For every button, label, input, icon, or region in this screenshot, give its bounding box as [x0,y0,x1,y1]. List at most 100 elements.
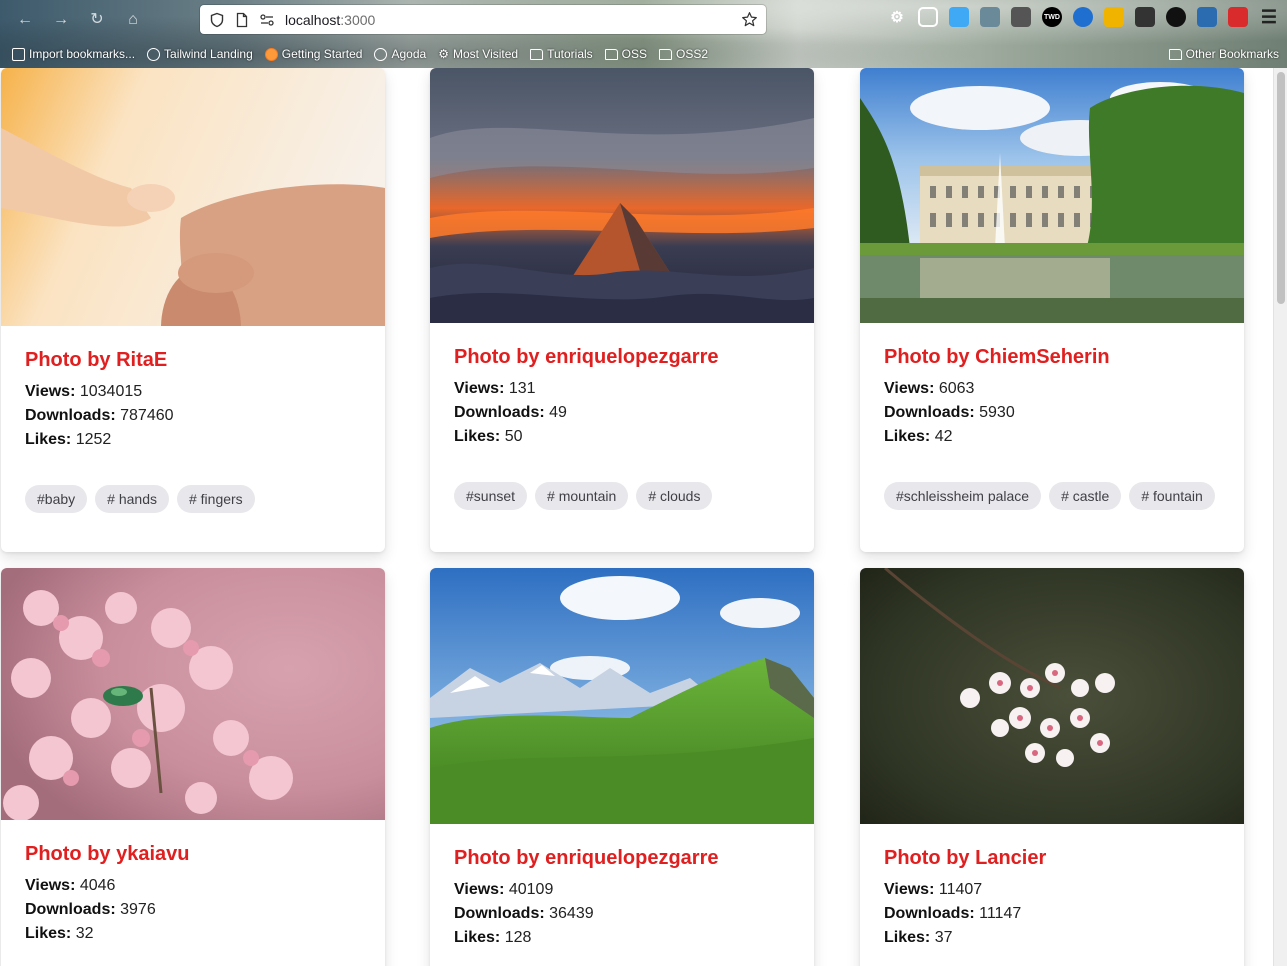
bookmark-label: Import bookmarks... [29,47,136,61]
downloads-stat: Downloads: 5930 [884,401,1220,425]
bookmark-folder-tutorials[interactable]: Tutorials [530,47,593,61]
downloads-label: Downloads: [454,905,545,922]
extensions-toolbar: ⚙ TWD ☰ [887,7,1279,27]
likes-value: 50 [504,428,523,445]
downloads-value: 36439 [549,905,594,922]
home-icon[interactable]: ⌂ [122,9,144,31]
views-value: 4046 [79,877,116,894]
likes-value: 32 [75,925,94,942]
page-scrollbar[interactable] [1273,68,1287,966]
tag[interactable]: # fountain [1129,482,1215,510]
folder-icon [604,48,618,60]
likes-stat: Likes: 50 [454,425,790,449]
likes-label: Likes: [454,428,501,445]
likes-label: Likes: [884,428,931,445]
likes-stat: Likes: 37 [884,926,1220,950]
url-text[interactable]: localhost:3000 [285,12,375,28]
views-value: 6063 [938,380,975,397]
bookmark-label: Getting Started [281,47,363,61]
likes-value: 37 [934,929,953,946]
tag-list: #sunset # mountain # clouds [454,482,790,526]
menu-icon[interactable]: ☰ [1259,7,1279,27]
card-title: Photo by ykaiavu [25,843,190,865]
card-title: Photo by enriquelopezgarre [454,346,719,368]
tag[interactable]: # fingers [176,485,255,513]
page-icon[interactable] [234,12,250,28]
likes-stat: Likes: 128 [454,926,790,950]
views-stat: Views: 1034015 [25,380,361,404]
extension-twd-icon[interactable]: TWD [1042,7,1062,27]
downloads-value: 787460 [120,407,174,424]
photo-card: Photo by RitaE Views: 1034015 Downloads:… [1,68,385,552]
likes-value: 128 [504,929,532,946]
tag[interactable]: # clouds [636,482,713,510]
likes-label: Likes: [25,925,72,942]
extension-globe-icon[interactable] [1073,7,1093,27]
bookmark-tailwind-landing[interactable]: Tailwind Landing [147,47,253,61]
bookmarks-bar: Import bookmarks... Tailwind Landing Get… [0,42,1287,66]
extension-ublock-icon[interactable] [1011,7,1031,27]
bookmark-star-icon[interactable] [741,11,758,28]
shield-icon[interactable] [209,12,225,28]
extension-generic-icon[interactable] [980,7,1000,27]
tag-list: #baby # hands # fingers [25,485,361,529]
bookmark-most-visited[interactable]: ⚙ Most Visited [438,47,518,61]
alpine-meadow-photo [430,568,814,824]
scrollbar-thumb[interactable] [1277,72,1285,304]
url-port: :3000 [340,11,376,28]
views-stat: Views: 4046 [25,874,361,898]
likes-stat: Likes: 1252 [25,428,361,452]
tag[interactable]: #sunset [454,482,528,510]
downloads-value: 49 [549,404,567,421]
browser-toolbar: ← → ↻ ⌂ localhost:3000 ⚙ TWD ☰ Import bo… [0,0,1287,68]
downloads-label: Downloads: [25,901,116,918]
tag[interactable]: # mountain [535,482,629,510]
photo-card: Photo by enriquelopezgarre Views: 131 Do… [430,68,814,552]
tag[interactable]: #baby [25,485,88,513]
extension-red-icon[interactable] [1228,7,1248,27]
tag[interactable]: #schleissheim palace [884,482,1042,510]
card-title: Photo by enriquelopezgarre [454,847,719,869]
bookmark-folder-oss2[interactable]: OSS2 [659,47,708,61]
bookmark-getting-started[interactable]: Getting Started [264,47,363,61]
globe-icon [147,47,161,61]
permissions-icon[interactable] [259,12,275,28]
pocket-icon[interactable] [918,7,938,27]
bookmark-folder-oss[interactable]: OSS [604,47,648,61]
extension-cloud-icon[interactable] [949,7,969,27]
views-value: 40109 [508,881,554,898]
back-icon[interactable]: ← [14,9,36,31]
tag[interactable]: # hands [95,485,169,513]
extension-translate-icon[interactable] [1197,7,1217,27]
card-title: Photo by Lancier [884,847,1047,869]
bookmark-label: OSS [621,47,648,61]
wrench-icon[interactable]: ⚙ [887,7,907,27]
address-bar[interactable]: localhost:3000 [200,5,766,34]
views-label: Views: [25,877,76,894]
forward-icon[interactable]: → [50,9,72,31]
views-value: 131 [508,380,536,397]
photo-card: Photo by Lancier Views: 11407 Downloads:… [860,568,1244,966]
other-bookmarks[interactable]: Other Bookmarks [1168,47,1279,61]
downloads-label: Downloads: [25,407,116,424]
downloads-stat: Downloads: 49 [454,401,790,425]
extension-screen-icon[interactable] [1104,7,1124,27]
baby-hand-photo [1,68,385,326]
card-title: Photo by RitaE [25,349,168,371]
bookmark-label: Most Visited [452,47,519,61]
bookmark-import[interactable]: Import bookmarks... [12,47,135,61]
bookmark-label: Tutorials [547,47,593,61]
extension-notes-icon[interactable] [1135,7,1155,27]
tag[interactable]: # castle [1049,482,1122,510]
reload-icon[interactable]: ↻ [86,9,108,31]
views-label: Views: [884,380,935,397]
likes-label: Likes: [884,929,931,946]
downloads-value: 11147 [979,905,1022,922]
bookmark-agoda[interactable]: Agoda [374,47,426,61]
extension-gnome-icon[interactable] [1166,7,1186,27]
likes-stat: Likes: 42 [884,425,1220,449]
palace-fountain-photo [860,68,1244,323]
cherry-blossom-photo [860,568,1244,824]
views-stat: Views: 131 [454,377,790,401]
views-stat: Views: 40109 [454,878,790,902]
